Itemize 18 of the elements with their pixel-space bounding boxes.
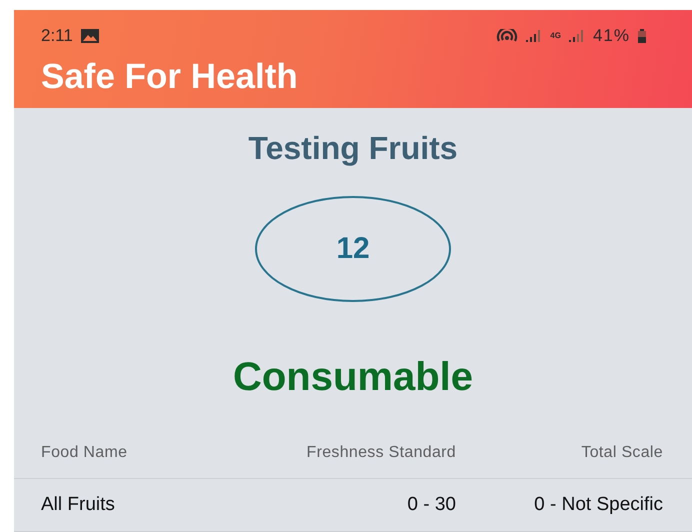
signal-icon <box>526 30 542 42</box>
signal-icon <box>568 30 585 42</box>
column-header: Total Scale <box>580 443 663 463</box>
score-circle: 12 <box>255 196 451 302</box>
table-cell-text: 0 - Not Specific <box>533 493 663 517</box>
app-title: Safe For Health <box>41 57 299 97</box>
column-header: Food Name <box>41 443 128 463</box>
network-type: 4G <box>550 32 561 40</box>
test-title: Testing Fruits <box>248 130 458 166</box>
battery-icon <box>638 29 646 43</box>
column-header: Freshness Standard <box>306 443 456 463</box>
hotspot-icon <box>496 29 518 43</box>
image-icon <box>80 29 99 43</box>
table-cell-text: 0 - 30 <box>406 493 456 517</box>
verdict-label: Consumable <box>232 354 474 400</box>
status-time: 2:11 <box>41 26 73 46</box>
battery-percent: 41% <box>592 26 630 46</box>
table-cell-text: All Fruits <box>41 493 116 517</box>
